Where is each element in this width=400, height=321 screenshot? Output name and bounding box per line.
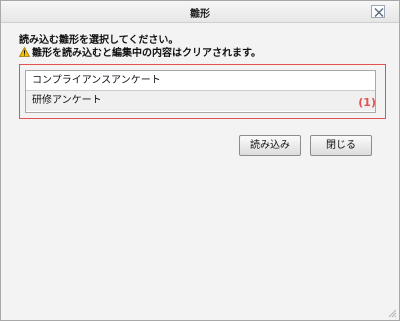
close-button[interactable]: 閉じる (310, 135, 372, 156)
dialog-title: 雛形 (190, 9, 210, 20)
close-icon[interactable] (371, 5, 385, 18)
resize-grip-icon[interactable] (387, 308, 397, 318)
annotation-label: (1) (358, 96, 376, 109)
instruction-text: 読み込む雛形を選択してください。 (19, 35, 179, 46)
warning-icon (18, 46, 31, 57)
template-item-training[interactable]: 研修アンケート (26, 91, 375, 111)
template-list[interactable]: コンプライアンスアンケート 研修アンケート (25, 70, 376, 113)
load-button[interactable]: 読み込み (239, 135, 301, 156)
template-list-area: コンプライアンスアンケート 研修アンケート (1) (19, 64, 386, 119)
instructions: 読み込む雛形を選択してください。 雛形を読み込むと編集中の内容はクリアされます。 (18, 34, 261, 60)
dialog-titlebar[interactable]: 雛形 (1, 1, 399, 23)
template-item-compliance[interactable]: コンプライアンスアンケート (26, 71, 375, 91)
warning-text: 雛形を読み込むと編集中の内容はクリアされます。 (32, 48, 261, 59)
warning-line: 雛形を読み込むと編集中の内容はクリアされます。 (18, 46, 261, 60)
template-dialog: 雛形 読み込む雛形を選択してください。 雛形を読み込むと編集中の内容はクリアされ… (0, 0, 400, 321)
